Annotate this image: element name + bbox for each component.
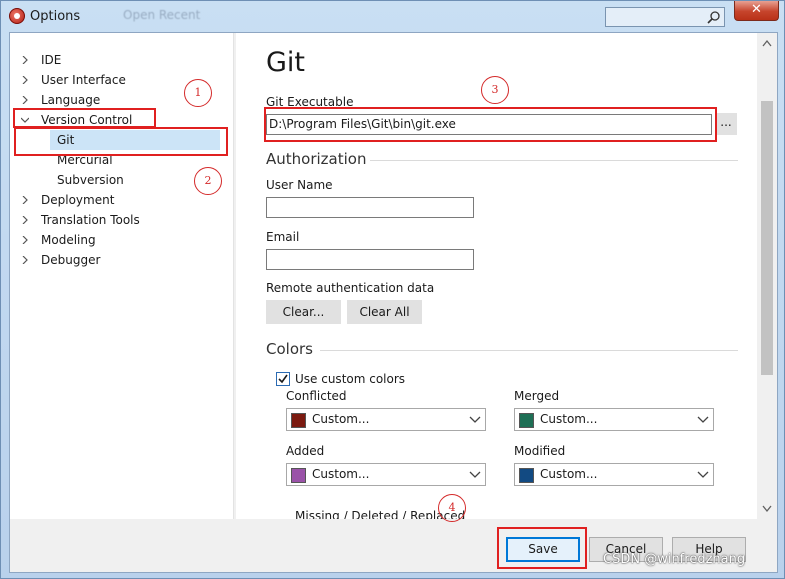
chevron-down-icon	[697, 471, 709, 478]
colors-divider	[320, 350, 738, 351]
added-color-dropdown[interactable]: Custom...	[286, 463, 486, 486]
color-swatch	[519, 413, 534, 428]
colors-heading: Colors	[266, 340, 313, 358]
added-color-label: Added	[286, 444, 325, 458]
git-settings-panel: Git Git Executable D:\Program Files\Git\…	[236, 33, 757, 519]
close-button[interactable]: ✕	[734, 1, 779, 21]
callout-1: 1	[184, 79, 212, 107]
remote-auth-label: Remote authentication data	[266, 281, 435, 295]
modified-color-dropdown[interactable]: Custom...	[514, 463, 714, 486]
page-title: Git	[266, 47, 306, 78]
tree-item-modeling[interactable]: Modeling	[10, 230, 234, 250]
callout-4: 4	[438, 494, 466, 522]
background-ghost-text: Open Recent	[123, 8, 201, 22]
dropdown-value: Custom...	[540, 467, 598, 481]
dropdown-value: Custom...	[312, 412, 370, 426]
tree-item-translation-tools[interactable]: Translation Tools	[10, 210, 234, 230]
chevron-right-icon[interactable]	[21, 96, 29, 104]
panel-scrollbar[interactable]	[757, 33, 777, 519]
callout-3: 3	[481, 76, 509, 104]
chevron-down-icon	[697, 416, 709, 423]
clear-button[interactable]: Clear...	[266, 300, 341, 324]
email-label: Email	[266, 230, 300, 244]
highlight-git-executable	[264, 107, 717, 142]
chevron-right-icon[interactable]	[21, 216, 29, 224]
options-search-input[interactable]	[605, 7, 725, 27]
merged-color-label: Merged	[514, 389, 560, 403]
user-name-label: User Name	[266, 178, 333, 192]
browse-button[interactable]: ...	[715, 113, 737, 135]
scrollbar-thumb[interactable]	[761, 101, 773, 375]
watermark-text: CSDN @winfredzhang	[603, 552, 746, 567]
chevron-down-icon	[469, 471, 481, 478]
tree-item-label: Subversion	[57, 173, 124, 187]
tree-item-label: Translation Tools	[41, 213, 140, 227]
tree-item-label: Language	[41, 93, 101, 107]
chevron-right-icon[interactable]	[21, 256, 29, 264]
window-title: Options	[30, 9, 81, 24]
chevron-down-icon	[469, 416, 481, 423]
email-input[interactable]	[266, 249, 474, 270]
use-custom-colors-label: Use custom colors	[295, 372, 406, 386]
dropdown-value: Custom...	[312, 467, 370, 481]
chevron-right-icon[interactable]	[21, 236, 29, 244]
conflicted-color-label: Conflicted	[286, 389, 347, 403]
dropdown-value: Custom...	[540, 412, 598, 426]
highlight-save-button	[497, 527, 587, 569]
title-bar[interactable]: Options Open Recent ✕	[1, 1, 784, 32]
tree-item-label: User Interface	[41, 73, 126, 87]
callout-2: 2	[194, 167, 222, 195]
modified-color-label: Modified	[514, 444, 566, 458]
clear-all-button[interactable]: Clear All	[347, 300, 422, 324]
color-swatch	[291, 413, 306, 428]
tree-item-label: Deployment	[41, 193, 115, 207]
close-icon: ✕	[751, 2, 762, 17]
highlight-git-item	[14, 127, 228, 156]
user-name-input[interactable]	[266, 197, 474, 218]
use-custom-colors-checkbox[interactable]	[276, 372, 290, 386]
checkmark-icon	[278, 374, 288, 384]
merged-color-dropdown[interactable]: Custom...	[514, 408, 714, 431]
chevron-right-icon[interactable]	[21, 196, 29, 204]
tree-item-debugger[interactable]: Debugger	[10, 250, 234, 270]
tree-item-ide[interactable]: IDE	[10, 50, 234, 70]
app-logo-icon	[9, 8, 25, 24]
chevron-right-icon[interactable]	[21, 56, 29, 64]
tree-item-label: Modeling	[41, 233, 96, 247]
options-window: Options Open Recent ✕ IDE User Interface L…	[0, 0, 785, 579]
authorization-heading: Authorization	[266, 150, 367, 168]
highlight-version-control	[13, 108, 156, 128]
authorization-divider	[370, 160, 738, 161]
tree-item-label: IDE	[41, 53, 62, 67]
scroll-down-icon[interactable]	[762, 505, 772, 513]
search-icon	[707, 11, 720, 24]
color-swatch	[519, 468, 534, 483]
color-swatch	[291, 468, 306, 483]
conflicted-color-dropdown[interactable]: Custom...	[286, 408, 486, 431]
scroll-up-icon[interactable]	[762, 39, 772, 47]
chevron-right-icon[interactable]	[21, 76, 29, 84]
tree-item-label: Debugger	[41, 253, 101, 267]
